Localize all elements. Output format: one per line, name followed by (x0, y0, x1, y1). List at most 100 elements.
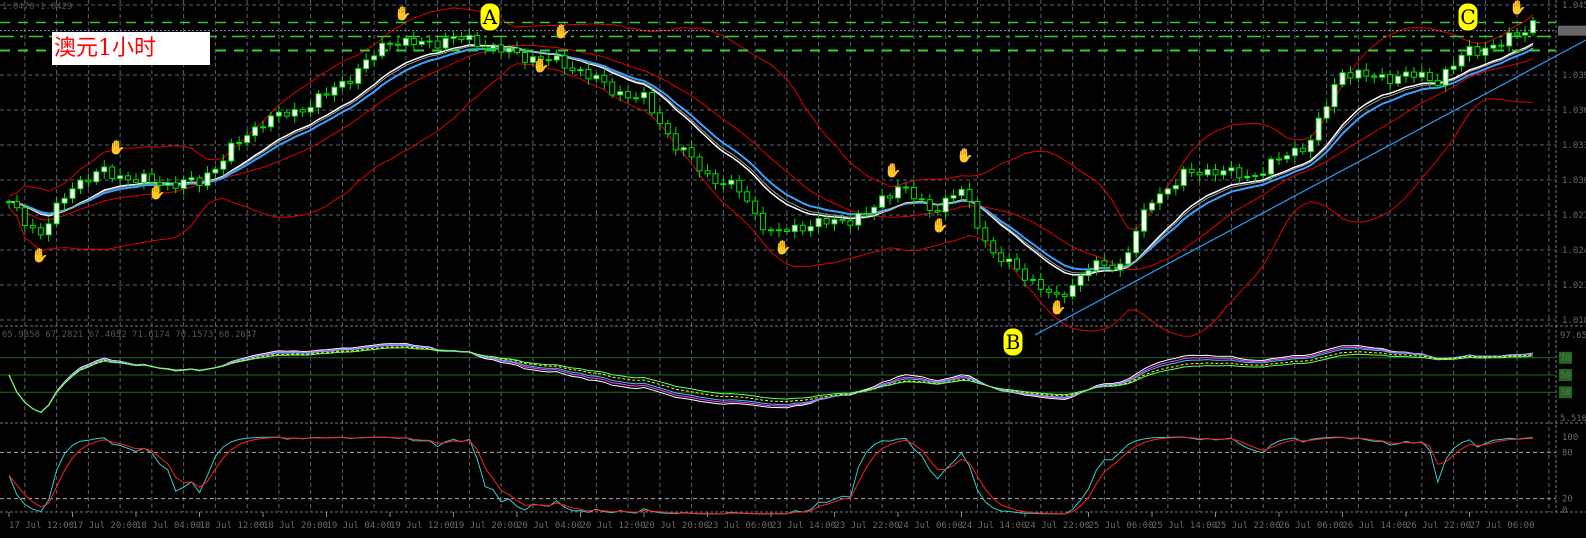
candle (125, 175, 132, 181)
candle (252, 126, 259, 137)
candle (498, 44, 505, 53)
candle (13, 201, 20, 209)
stoch-axis-label: 0 (1562, 506, 1567, 516)
candle (490, 44, 497, 50)
candle (879, 195, 886, 208)
candle (1188, 168, 1195, 173)
time-tick-label: 23 Jul 06:00 (708, 521, 773, 531)
candle (148, 173, 155, 183)
price-tick-label: 1.021 (1562, 281, 1586, 291)
candle (1077, 275, 1084, 286)
candle (958, 188, 965, 197)
fractal-high-icon: ✋ (956, 147, 973, 164)
candle (307, 106, 314, 113)
candle (823, 217, 830, 225)
trading-chart[interactable]: ABC✋✋✋✋✋✋✋✋✋✋✋✋ 1.0451.0391.0361.0331.03… (0, 0, 1586, 538)
time-tick-label: 20 Jul 04:00 (517, 521, 582, 531)
rsi-axis-label: 70 (1560, 354, 1571, 364)
candle (1315, 117, 1322, 141)
candle (926, 199, 933, 211)
candle (1172, 185, 1179, 190)
candle (1204, 169, 1211, 176)
time-tick-label: 19 Jul 12:00 (390, 521, 455, 531)
candle (212, 168, 219, 174)
candle (815, 217, 822, 228)
candle (1283, 155, 1290, 160)
fractal-high-icon: ✋ (884, 162, 901, 179)
candle (855, 213, 862, 226)
candle (1387, 74, 1394, 84)
time-tick-label: 23 Jul 14:00 (771, 521, 836, 531)
candle (688, 147, 695, 158)
candle (696, 156, 703, 172)
price-tick-label: 1.033 (1562, 141, 1586, 151)
candle (1141, 209, 1148, 232)
candle (1014, 258, 1021, 270)
candle (363, 59, 370, 70)
candle (1180, 168, 1187, 187)
candle (561, 55, 568, 69)
candle (53, 202, 60, 225)
current-price-box (1558, 25, 1586, 36)
candle (93, 171, 100, 183)
candle (331, 86, 338, 96)
candle (244, 135, 251, 144)
candle (990, 240, 997, 254)
candle (466, 34, 473, 41)
candle (1045, 288, 1052, 293)
candle (69, 188, 76, 199)
candle (371, 55, 378, 61)
candle (1339, 72, 1346, 86)
candle (291, 109, 298, 117)
candle (1395, 75, 1402, 84)
annotation-text-b: B (1006, 330, 1021, 354)
candle (895, 186, 901, 199)
candle (847, 220, 854, 226)
stoch-axis-label: 80 (1562, 448, 1573, 458)
candle (672, 133, 679, 151)
rsi-line (8, 342, 1534, 413)
candle (1260, 173, 1267, 176)
candle (1252, 174, 1259, 177)
candle (720, 183, 727, 186)
candle (601, 74, 608, 83)
candle (355, 68, 362, 84)
candle (910, 186, 917, 200)
candle (61, 197, 68, 204)
candle (1410, 71, 1417, 78)
fractal-low-icon: ✋ (532, 57, 549, 74)
candle (831, 219, 838, 225)
candle (172, 182, 179, 189)
candle (1434, 80, 1441, 86)
candle (1022, 268, 1028, 281)
price-tick-label: 1.030 (1562, 176, 1586, 186)
price-tick-label: 1.045 (1562, 1, 1586, 11)
candle (736, 179, 743, 193)
stoch-d-line (8, 436, 1534, 515)
candle (1498, 44, 1505, 47)
candle (101, 166, 108, 173)
ma-blue (8, 47, 1534, 271)
candle (918, 198, 925, 201)
candle (402, 37, 409, 46)
candle (394, 43, 401, 46)
candle (577, 68, 584, 72)
chart-title-label: 澳元1小时 (52, 32, 210, 65)
candle (712, 173, 719, 185)
candle (1196, 171, 1203, 176)
bollinger-bands (8, 7, 1534, 337)
candle (283, 111, 290, 117)
candle (236, 142, 243, 145)
candle (1450, 65, 1457, 70)
candle (1458, 54, 1465, 67)
candle (1418, 71, 1425, 78)
candle (783, 229, 790, 232)
candle (1506, 32, 1513, 47)
candle (680, 147, 687, 151)
candle (648, 92, 655, 114)
annotation-text-a: A (482, 5, 498, 29)
candle (1363, 69, 1370, 77)
candle (998, 252, 1005, 263)
candle (902, 186, 909, 189)
stoch-axis-label: 20 (1562, 495, 1573, 505)
